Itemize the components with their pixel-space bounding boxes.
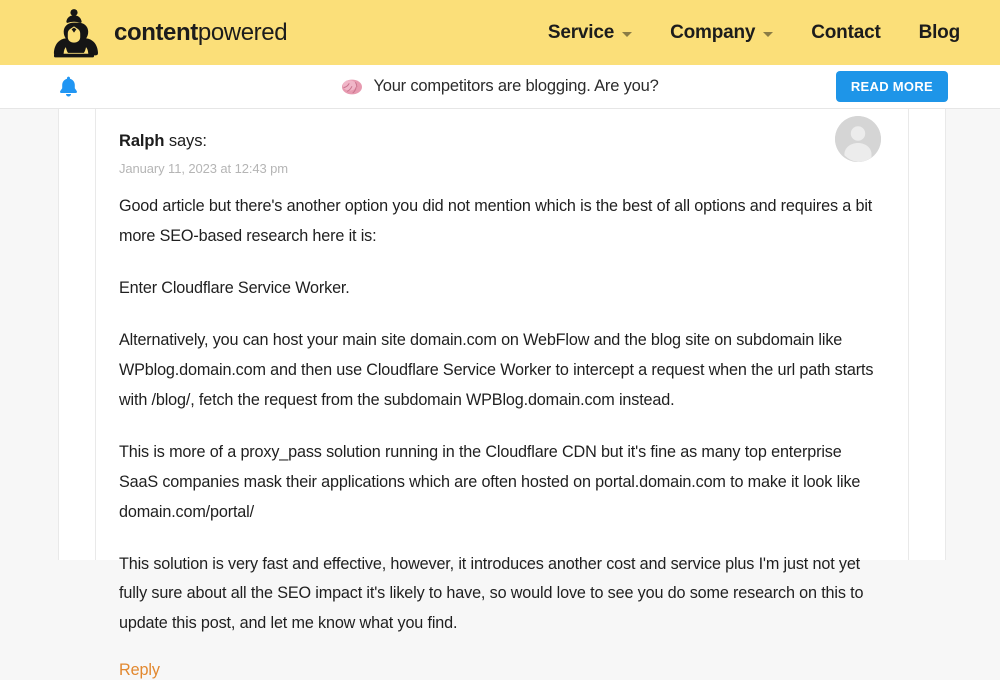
comment-item: Ralph says: January 11, 2023 at 12:43 pm… [119,109,881,680]
read-more-button[interactable]: READ MORE [835,71,948,102]
comment-body: Good article but there's another option … [119,192,880,680]
notification-message: Your competitors are blogging. Are you? [373,77,659,95]
bell-icon[interactable] [56,75,80,99]
page-body: Ralph says: January 11, 2023 at 12:43 pm… [0,109,1000,679]
nav-label-blog: Blog [918,21,961,43]
brand-word-bold: content [114,18,198,46]
layout-rail-right-inner [908,109,909,560]
comment-timestamp: January 11, 2023 at 12:43 pm [119,160,288,176]
nav-item-company[interactable]: Company [670,21,774,44]
comment-header: Ralph says: January 11, 2023 at 12:43 pm [119,109,881,176]
nav-item-service[interactable]: Service [547,21,633,44]
brand-logo-link[interactable]: contentpowered [48,8,288,58]
comment-paragraph: Alternatively, you can host your main si… [119,330,874,409]
sumo-wrestler-logo-icon [48,8,100,58]
brand-wordmark: contentpowered [114,18,288,47]
comment-says-label: says: [168,132,207,150]
comment-paragraph: This solution is very fast and effective… [119,554,864,633]
nav-label-service: Service [547,21,615,43]
reply-link[interactable]: Reply [119,661,160,680]
layout-rail-right-outer [945,109,946,560]
site-header: contentpowered Service Company Contact B… [0,0,1000,65]
layout-rail-left-inner [95,109,96,560]
chevron-down-icon [763,31,774,37]
notification-bar: Your competitors are blogging. Are you? … [0,65,1000,109]
main-navigation: Service Company Contact Blog [548,0,960,65]
nav-label-contact: Contact [811,21,881,43]
comment-paragraph: Good article but there's another option … [119,196,873,245]
avatar [835,116,881,162]
nav-item-contact[interactable]: Contact [811,21,881,44]
comment-paragraph: Enter Cloudflare Service Worker. [119,278,350,297]
brand-word-light: powered [197,18,288,46]
brain-emoji-icon [341,78,363,96]
nav-item-blog[interactable]: Blog [918,21,961,44]
nav-label-company: Company [670,21,756,43]
layout-rail-left-outer [58,109,59,560]
chevron-down-icon [622,31,633,37]
comment-paragraph: This is more of a proxy_pass solution ru… [119,442,861,521]
comment-author-line: Ralph says: [119,132,880,152]
comment-author-name: Ralph [119,132,165,150]
